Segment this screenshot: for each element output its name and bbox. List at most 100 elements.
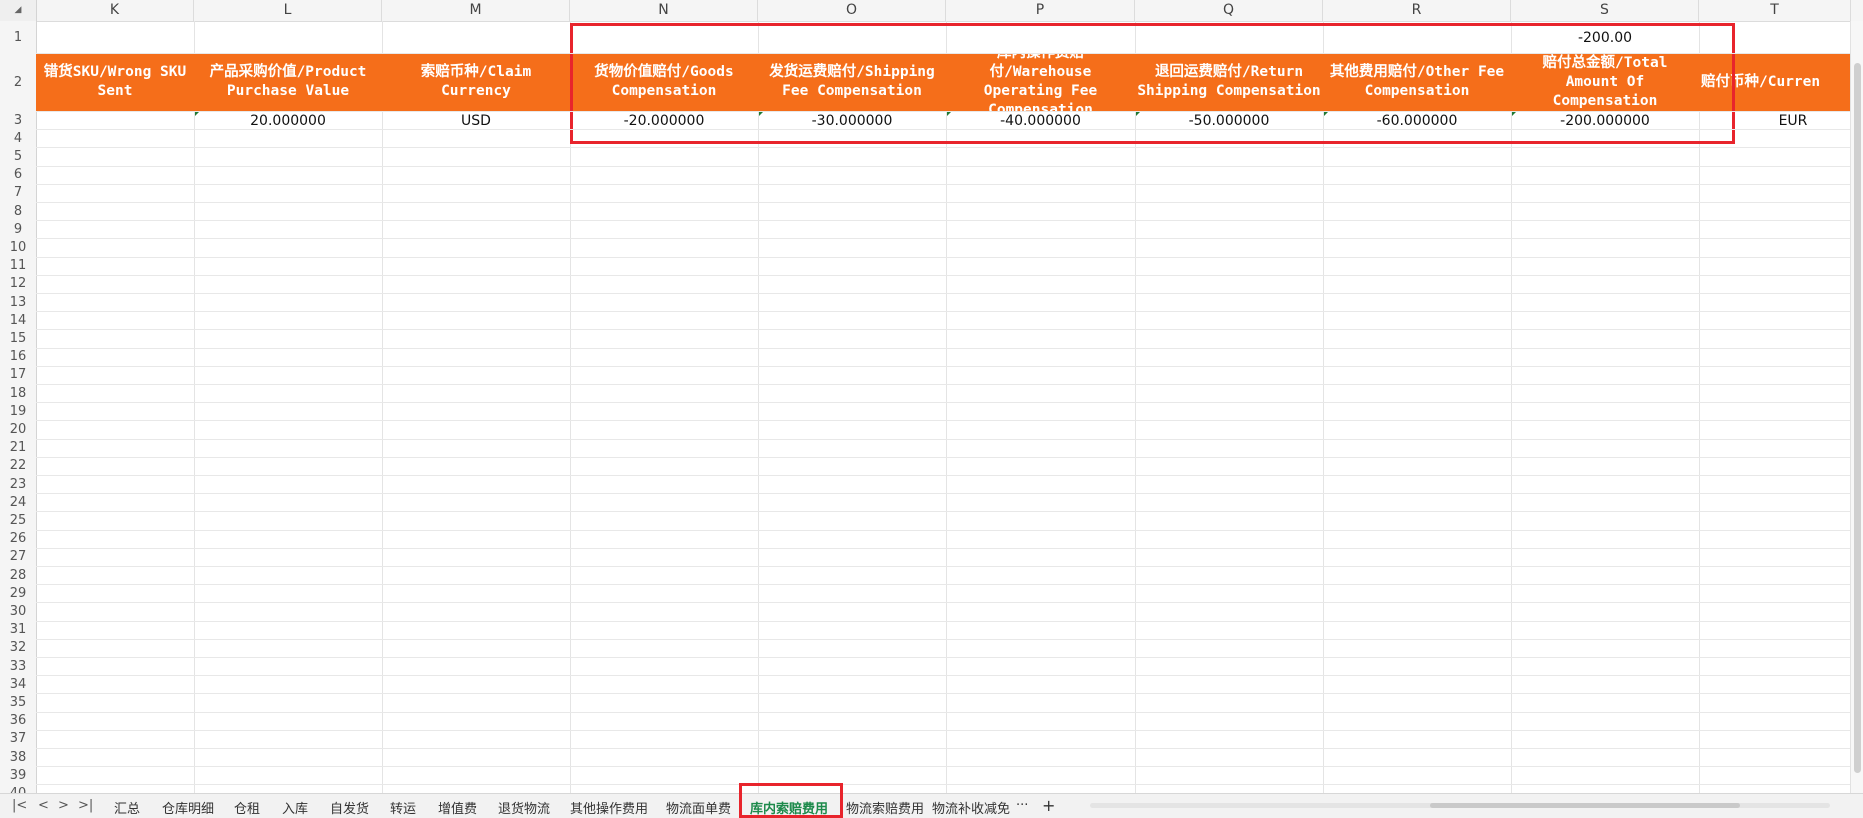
add-sheet-button[interactable]: +	[1042, 796, 1055, 815]
row-gridline	[36, 475, 1863, 476]
row-number[interactable]: 39	[0, 768, 36, 783]
column-header-o[interactable]: O	[758, 0, 946, 21]
horizontal-scroll-thumb[interactable]	[1430, 803, 1740, 808]
row-number[interactable]: 8	[0, 204, 36, 219]
row-number[interactable]: 18	[0, 386, 36, 401]
prev-sheet-button[interactable]: <	[38, 798, 49, 813]
row-number[interactable]: 20	[0, 422, 36, 437]
row-number[interactable]: 5	[0, 149, 36, 164]
row-number[interactable]: 24	[0, 495, 36, 510]
vertical-scrollbar[interactable]	[1850, 21, 1863, 793]
column-header-m[interactable]: M	[382, 0, 570, 21]
row-gridline	[36, 657, 1863, 658]
row-gridline	[36, 365, 1863, 367]
cell-l3[interactable]: 20.000000	[194, 113, 382, 129]
row-gridline	[36, 620, 1863, 622]
column-header-q[interactable]: Q	[1135, 0, 1323, 21]
row-number[interactable]: 29	[0, 586, 36, 601]
highlight-box-active-tab	[739, 783, 843, 818]
row-header-bar: 1 2 3 4 5 6 7 8 9 10 11 12 13 14 15 16 17 18 19 20 21 22 23 24 2…	[0, 21, 37, 801]
row-number[interactable]: 13	[0, 295, 36, 310]
row-gridline	[36, 53, 1863, 54]
row-gridline	[36, 384, 1863, 385]
sheet-tab-value-added[interactable]: 增值费	[438, 798, 477, 817]
column-header-k[interactable]: K	[36, 0, 194, 21]
column-header-l[interactable]: L	[194, 0, 382, 21]
row-gridline	[36, 693, 1863, 695]
cell-m3[interactable]: USD	[382, 113, 570, 129]
row-number[interactable]: 15	[0, 331, 36, 346]
row-number[interactable]: 12	[0, 276, 36, 291]
row-number[interactable]: 28	[0, 568, 36, 583]
column-gridline	[382, 21, 383, 793]
sheet-tab-summary[interactable]: 汇总	[114, 798, 140, 817]
header-cell-k[interactable]: 错货SKU/Wrong SKU Sent	[36, 53, 194, 111]
sheet-tab-self-shipping[interactable]: 自发货	[330, 798, 369, 817]
row-number[interactable]: 10	[0, 240, 36, 255]
vertical-scroll-thumb[interactable]	[1854, 63, 1861, 773]
row-number[interactable]: 37	[0, 731, 36, 746]
row-number[interactable]: 21	[0, 440, 36, 455]
row-number[interactable]: 3	[0, 113, 36, 128]
row-gridline	[36, 402, 1863, 404]
row-number[interactable]: 34	[0, 677, 36, 692]
horizontal-scrollbar[interactable]	[1090, 803, 1830, 808]
row-gridline	[36, 729, 1863, 731]
row-gridline	[36, 566, 1863, 567]
row-number[interactable]: 32	[0, 640, 36, 655]
row-gridline	[36, 766, 1863, 768]
row-gridline	[36, 347, 1863, 349]
row-number[interactable]: 4	[0, 131, 36, 146]
sheet-tab-other-operation[interactable]: 其他操作费用	[570, 798, 648, 817]
column-header-bar: ◢ K L M N O P Q R S T	[0, 0, 1863, 22]
row-number[interactable]: 26	[0, 531, 36, 546]
column-header-p[interactable]: P	[946, 0, 1135, 21]
row-number[interactable]: 1	[0, 30, 36, 45]
last-sheet-button[interactable]: >|	[78, 798, 93, 813]
row-number[interactable]: 11	[0, 258, 36, 273]
row-number[interactable]: 36	[0, 713, 36, 728]
column-header-s[interactable]: S	[1511, 0, 1699, 21]
spreadsheet-grid[interactable]: 错货SKU/Wrong SKU Sent 产品采购价值/Product Purc…	[36, 21, 1863, 793]
row-number[interactable]: 35	[0, 695, 36, 710]
sheet-tab-storage-rent[interactable]: 仓租	[234, 798, 260, 817]
row-gridline	[36, 238, 1863, 240]
row-number[interactable]: 2	[0, 75, 36, 90]
column-header-t[interactable]: T	[1699, 0, 1851, 21]
sheet-tab-inbound[interactable]: 入库	[282, 798, 308, 817]
row-number[interactable]: 25	[0, 513, 36, 528]
row-gridline	[36, 220, 1863, 222]
sheet-tab-logistics-claim[interactable]: 物流索赔费用	[846, 798, 924, 817]
sheet-tab-logistics-supplement[interactable]: 物流补收减免	[932, 798, 1010, 817]
sheet-tab-return-logistics[interactable]: 退货物流	[498, 798, 550, 817]
row-number[interactable]: 31	[0, 622, 36, 637]
row-number[interactable]: 30	[0, 604, 36, 619]
row-number[interactable]: 33	[0, 659, 36, 674]
row-number[interactable]: 22	[0, 458, 36, 473]
row-gridline	[36, 602, 1863, 604]
row-number[interactable]: 38	[0, 750, 36, 765]
row-number[interactable]: 16	[0, 349, 36, 364]
column-header-n[interactable]: N	[570, 0, 758, 21]
sheet-tab-warehouse-detail[interactable]: 仓库明细	[162, 798, 214, 817]
sheet-tab-transfer[interactable]: 转运	[390, 798, 416, 817]
header-cell-l[interactable]: 产品采购价值/Product Purchase Value	[194, 53, 382, 111]
row-number[interactable]: 23	[0, 477, 36, 492]
first-sheet-button[interactable]: |<	[12, 798, 27, 813]
row-number[interactable]: 27	[0, 549, 36, 564]
row-gridline	[36, 748, 1863, 749]
row-number[interactable]: 9	[0, 222, 36, 237]
column-header-r[interactable]: R	[1323, 0, 1511, 21]
row-number[interactable]: 7	[0, 185, 36, 200]
row-number[interactable]: 6	[0, 167, 36, 182]
row-gridline	[36, 129, 1863, 131]
row-number[interactable]: 14	[0, 313, 36, 328]
sheet-tab-logistics-label[interactable]: 物流面单费	[666, 798, 731, 817]
more-sheets-button[interactable]: ···	[1016, 798, 1028, 813]
row-number[interactable]: 19	[0, 404, 36, 419]
header-cell-m[interactable]: 索赔币种/Claim Currency	[382, 53, 570, 111]
next-sheet-button[interactable]: >	[58, 798, 69, 813]
row-number[interactable]: 17	[0, 367, 36, 382]
row-gridline	[36, 111, 1863, 112]
select-all-corner[interactable]: ◢	[0, 0, 37, 21]
